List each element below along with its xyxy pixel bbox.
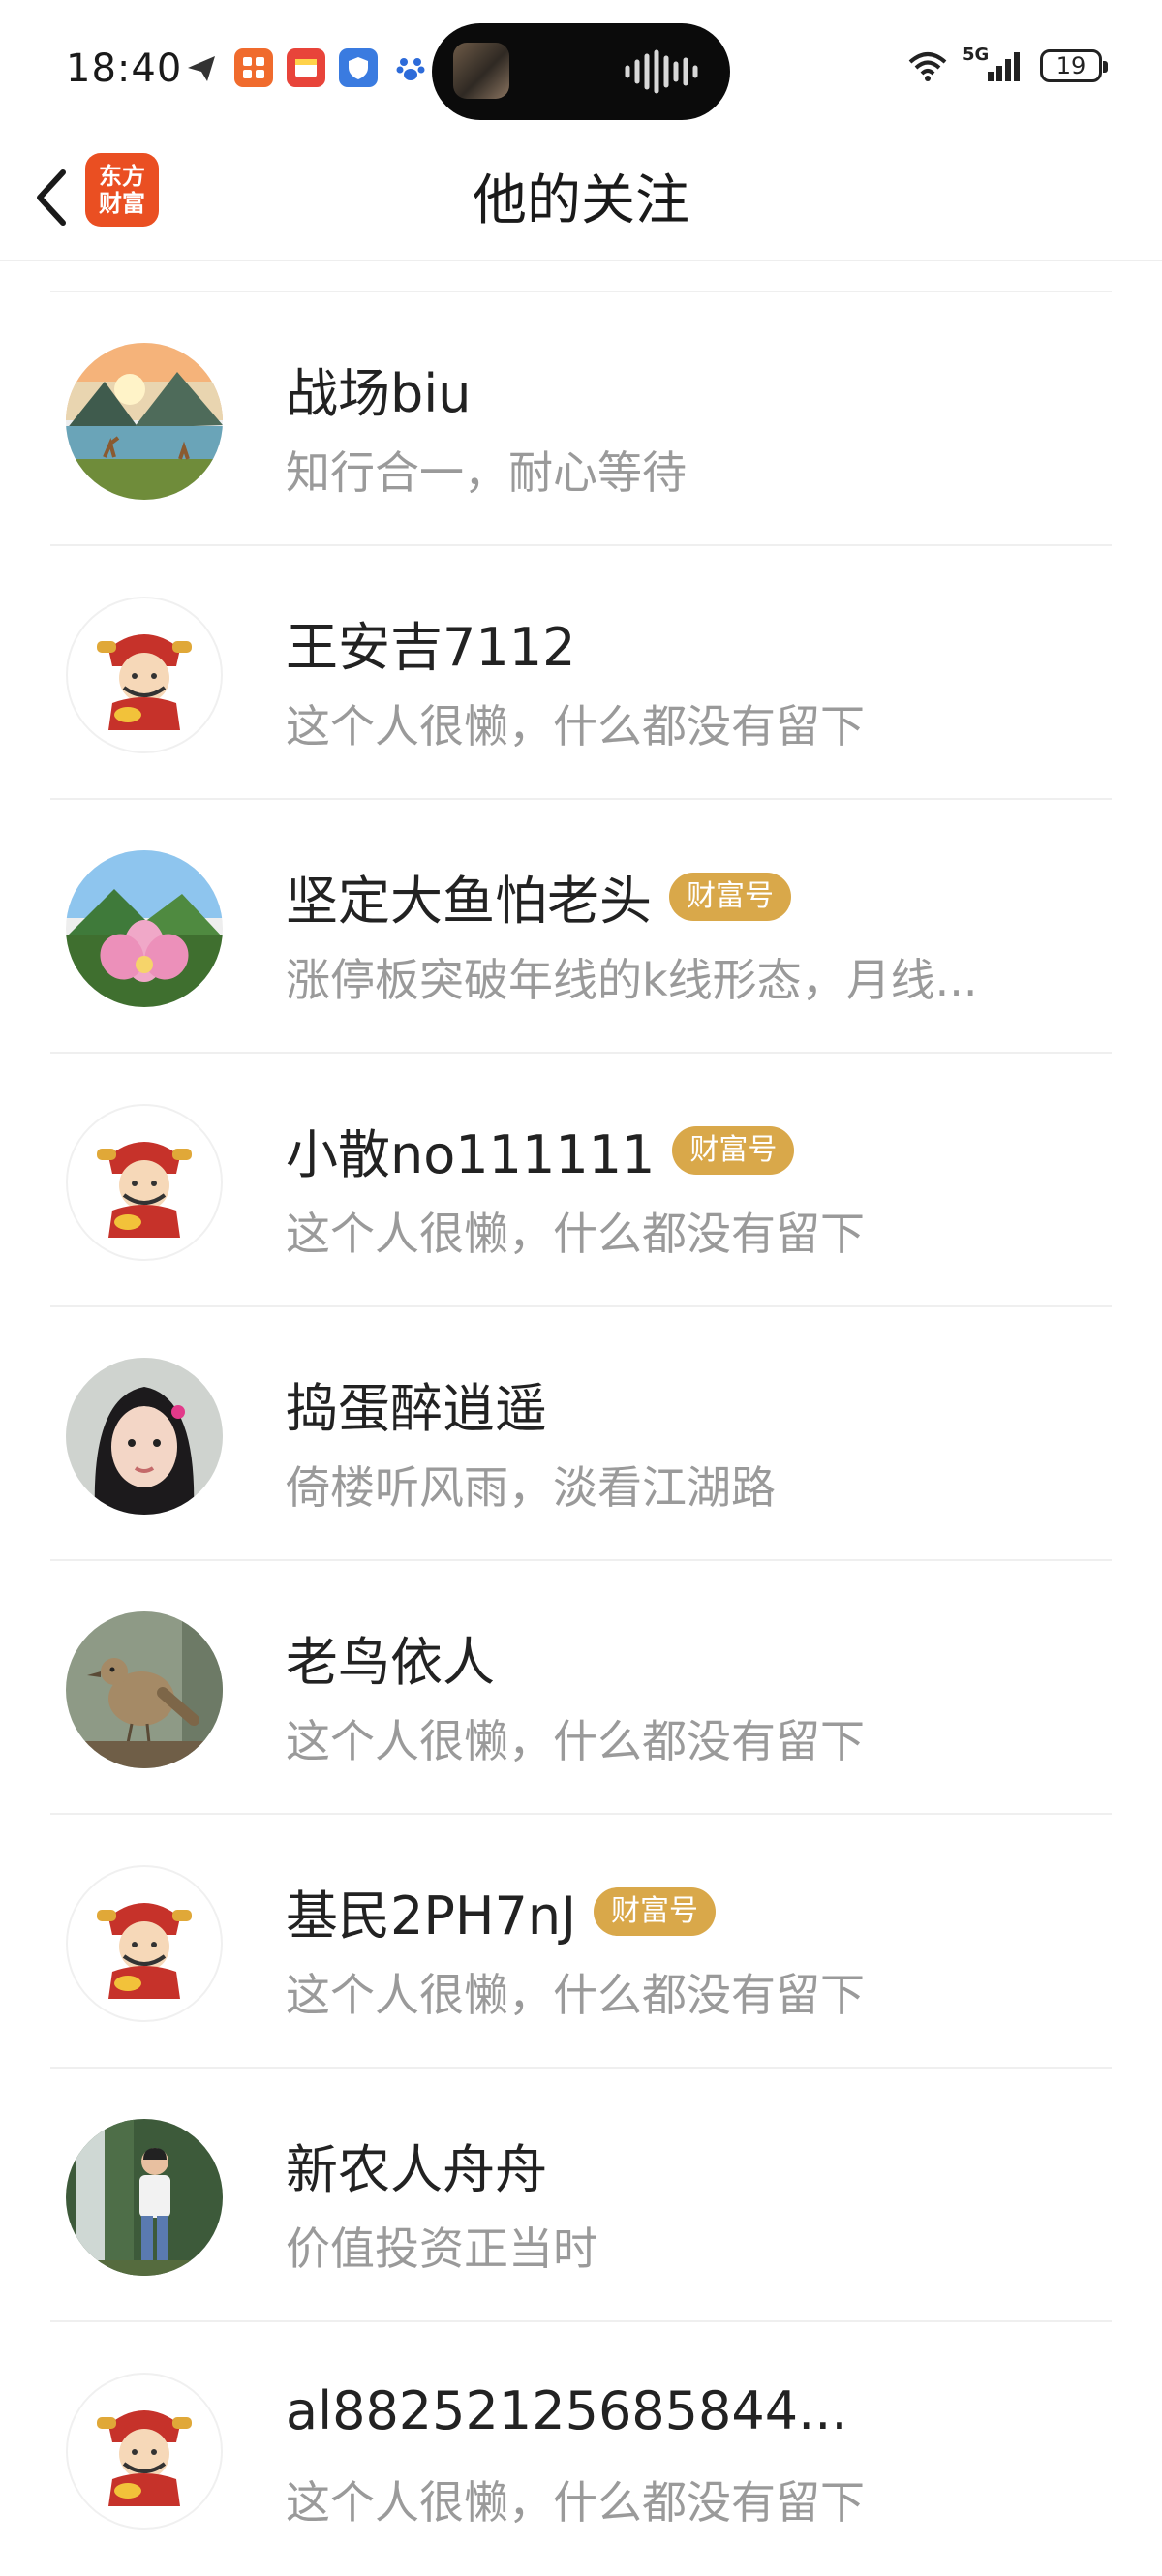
battery-icon: 19 xyxy=(1040,49,1108,82)
user-bio: 这个人很懒，什么都没有留下 xyxy=(286,1208,865,1260)
wealth-badge: 财富号 xyxy=(669,872,791,921)
page-title: 他的关注 xyxy=(473,169,689,232)
avatar[interactable] xyxy=(66,1104,223,1261)
user-bio: 这个人很懒，什么都没有留下 xyxy=(286,1715,865,1767)
nav-bar: 东方 财富 他的关注 xyxy=(0,136,1162,261)
avatar[interactable] xyxy=(66,343,223,500)
avatar[interactable] xyxy=(66,2373,223,2530)
user-bio: 涨停板突破年线的k线形态，月线... xyxy=(286,954,978,1006)
wifi-icon xyxy=(908,52,947,81)
caishen-avatar-icon xyxy=(97,634,192,730)
status-bar: 18:40 5G 19 xyxy=(0,0,1162,136)
list-item[interactable]: al88252125685844... 这个人很懒，什么都没有留下 xyxy=(50,2322,1112,2576)
signal-icon: 5G xyxy=(963,45,1026,85)
user-bio: 这个人很懒，什么都没有留下 xyxy=(286,2476,865,2529)
user-bio: 倚楼听风雨，淡看江湖路 xyxy=(286,1461,776,1514)
dynamic-island[interactable] xyxy=(432,23,730,120)
list-item[interactable]: 老鸟依人 这个人很懒，什么都没有留下 xyxy=(50,1561,1112,1815)
wealth-badge: 财富号 xyxy=(672,1125,795,1175)
user-name[interactable]: 新农人舟舟 xyxy=(286,2127,547,2203)
notification-icons xyxy=(182,48,430,87)
follow-list: 战场biu 知行合一，耐心等待 王安吉7112 这个人很懒，什么都没有留下 坚定… xyxy=(50,291,1112,2576)
avatar[interactable] xyxy=(66,850,223,1007)
user-bio: 价值投资正当时 xyxy=(286,2223,597,2275)
caishen-avatar-icon xyxy=(97,2410,192,2506)
status-time: 18:40 xyxy=(66,46,183,91)
user-name[interactable]: 基民2PH7nJ xyxy=(286,1873,576,1949)
list-item[interactable]: 坚定大鱼怕老头 财富号 涨停板突破年线的k线形态，月线... xyxy=(50,800,1112,1054)
list-item[interactable]: 捣蛋醉逍遥 倚楼听风雨，淡看江湖路 xyxy=(50,1307,1112,1561)
calendar-app-icon xyxy=(287,48,325,87)
user-name[interactable]: 捣蛋醉逍遥 xyxy=(286,1365,547,1442)
user-bio: 知行合一，耐心等待 xyxy=(286,446,687,499)
caishen-avatar-icon xyxy=(97,1903,192,1999)
media-thumbnail xyxy=(453,43,509,99)
shield-app-icon xyxy=(339,48,378,87)
battery-level: 19 xyxy=(1055,52,1086,79)
audio-wave-icon xyxy=(625,49,698,94)
list-item[interactable]: 新农人舟舟 价值投资正当时 xyxy=(50,2069,1112,2322)
send-app-icon xyxy=(182,48,221,87)
avatar[interactable] xyxy=(66,2119,223,2276)
caishen-avatar-icon xyxy=(97,1142,192,1238)
user-name[interactable]: 老鸟依人 xyxy=(286,1619,495,1696)
list-item[interactable]: 战场biu 知行合一，耐心等待 xyxy=(50,292,1112,546)
user-name[interactable]: 小散no111111 xyxy=(286,1112,655,1188)
system-icons: 5G 19 xyxy=(906,45,1108,85)
user-bio: 这个人很懒，什么都没有留下 xyxy=(286,1969,865,2021)
user-name[interactable]: 王安吉7112 xyxy=(286,604,575,681)
avatar[interactable] xyxy=(66,1865,223,2022)
list-item[interactable]: 基民2PH7nJ 财富号 这个人很懒，什么都没有留下 xyxy=(50,1815,1112,2069)
grid-app-icon xyxy=(234,48,273,87)
user-bio: 这个人很懒，什么都没有留下 xyxy=(286,700,865,752)
user-name[interactable]: 坚定大鱼怕老头 xyxy=(286,858,652,935)
wealth-badge: 财富号 xyxy=(594,1886,717,1936)
avatar[interactable] xyxy=(66,1358,223,1515)
list-item[interactable]: 王安吉7112 这个人很懒，什么都没有留下 xyxy=(50,546,1112,800)
user-name[interactable]: 战场biu xyxy=(286,351,472,427)
avatar[interactable] xyxy=(66,597,223,753)
list-item[interactable]: 小散no111111 财富号 这个人很懒，什么都没有留下 xyxy=(50,1054,1112,1307)
avatar[interactable] xyxy=(66,1611,223,1768)
user-name[interactable]: al88252125685844... xyxy=(286,2380,848,2441)
paw-app-icon xyxy=(391,48,430,87)
